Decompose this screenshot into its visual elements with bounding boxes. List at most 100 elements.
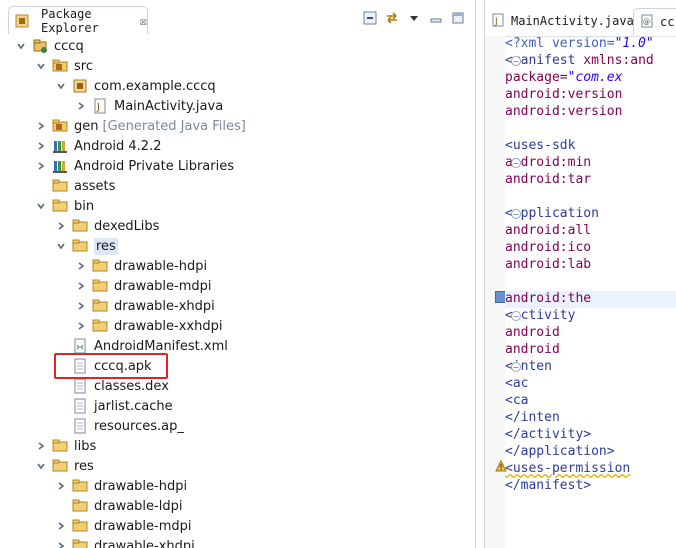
code-token: android:ico: [505, 240, 592, 255]
tree-item[interactable]: jarlist.cache: [0, 396, 475, 416]
code-line: android: [505, 342, 676, 359]
tree-item[interactable]: J MainActivity.java: [0, 96, 475, 116]
fold-toggle-icon[interactable]: −: [511, 311, 521, 321]
code-token: "com.ex: [567, 70, 623, 85]
tree-item-label: drawable-mdpi: [94, 518, 192, 534]
fold-toggle-icon[interactable]: −: [511, 158, 521, 168]
code-line: android:version: [505, 104, 676, 121]
tree-item[interactable]: gen [Generated Java Files]: [0, 116, 475, 136]
tree-item[interactable]: drawable-xhdpi: [0, 296, 475, 316]
chevron-right-icon[interactable]: [36, 141, 46, 151]
code-token: android:all: [505, 223, 592, 238]
chevron-right-icon[interactable]: [56, 481, 66, 491]
chevron-right-icon[interactable]: [56, 541, 66, 548]
code-line: <ca: [505, 393, 676, 410]
code-line: android:ico: [505, 240, 676, 257]
folder-icon: [72, 238, 88, 254]
tree-item[interactable]: drawable-hdpi: [0, 476, 475, 496]
chevron-right-icon[interactable]: [56, 521, 66, 531]
tree-item-label: classes.dex: [94, 378, 169, 394]
folder-icon: [92, 318, 108, 334]
view-menu-icon[interactable]: [406, 10, 422, 26]
tree-item[interactable]: drawable-ldpi: [0, 496, 475, 516]
tree-item[interactable]: Android Private Libraries: [0, 156, 475, 176]
code-line: android: [505, 325, 676, 342]
xml-file-icon: @: [640, 14, 654, 31]
tab-package-explorer[interactable]: Package Explorer ☒: [8, 6, 148, 35]
tree-item[interactable]: drawable-xhdpi: [0, 536, 475, 548]
tree-item[interactable]: resources.ap_: [0, 416, 475, 436]
chevron-right-icon[interactable]: [36, 121, 46, 131]
code-token: <uses-sdk: [505, 138, 576, 153]
tree-item[interactable]: com.example.cccq: [0, 76, 475, 96]
close-icon[interactable]: ☒: [140, 14, 147, 28]
tree-item[interactable]: res: [0, 456, 475, 476]
folder-icon: [72, 478, 88, 494]
tree-item[interactable]: bin: [0, 196, 475, 216]
file-icon: [72, 378, 88, 394]
tree-item-label: bin: [74, 198, 95, 214]
code-token: </activity>: [505, 427, 592, 442]
tree-item[interactable]: drawable-xxhdpi: [0, 316, 475, 336]
chevron-right-icon[interactable]: [76, 301, 86, 311]
code-line: <uses-sdk: [505, 138, 676, 155]
tree-item[interactable]: res: [0, 236, 475, 256]
fold-toggle-icon[interactable]: −: [511, 56, 521, 66]
tree-item-label: res: [94, 237, 118, 255]
code-token: <ac: [505, 376, 529, 391]
tree-item[interactable]: Android 4.2.2: [0, 136, 475, 156]
code-token: </manifest>: [505, 478, 592, 493]
tree-item[interactable]: classes.dex: [0, 376, 475, 396]
tree-item[interactable]: libs: [0, 436, 475, 456]
maximize-icon[interactable]: [450, 10, 466, 26]
chevron-right-icon[interactable]: [56, 221, 66, 231]
chevron-down-icon[interactable]: [36, 201, 46, 211]
editor-tabbar: J MainActivity.java @ cc: [485, 0, 676, 37]
code-area[interactable]: <?xml version="1.0" <manifest xmlns:and p…: [505, 36, 676, 548]
code-token: android:the: [505, 291, 592, 306]
chevron-right-icon[interactable]: [76, 101, 86, 111]
chevron-down-icon[interactable]: [36, 61, 46, 71]
code-token: <ca: [505, 393, 529, 408]
tree-item-label: drawable-hdpi: [114, 258, 208, 274]
code-line: android:all: [505, 223, 676, 240]
collapse-all-icon[interactable]: [362, 10, 378, 26]
chevron-right-icon[interactable]: [76, 261, 86, 271]
code-token: <uses-permission: [505, 461, 631, 476]
fold-toggle-icon[interactable]: −: [511, 209, 521, 219]
code-token: android:lab: [505, 257, 592, 272]
chevron-down-icon[interactable]: [56, 81, 66, 91]
minimize-icon[interactable]: [428, 10, 444, 26]
chevron-down-icon[interactable]: [16, 41, 26, 51]
java-file-icon: J: [491, 13, 505, 30]
tree-item[interactable]: drawable-mdpi: [0, 516, 475, 536]
code-token: <?xml version=: [505, 36, 615, 51]
tree-item[interactable]: assets: [0, 176, 475, 196]
tree-item[interactable]: dexedLibs: [0, 216, 475, 236]
tree-item-label: drawable-ldpi: [94, 498, 183, 514]
tab-androidmanifest[interactable]: @ cc: [633, 8, 676, 35]
tree-item-label: gen: [74, 118, 99, 134]
chevron-right-icon[interactable]: [36, 441, 46, 451]
chevron-right-icon[interactable]: [76, 281, 86, 291]
chevron-right-icon[interactable]: [76, 321, 86, 331]
folder-icon: [52, 178, 68, 194]
tree-item[interactable]: drawable-mdpi: [0, 276, 475, 296]
code-line: <ac: [505, 376, 676, 393]
chevron-right-icon[interactable]: [36, 161, 46, 171]
tree-item[interactable]: drawable-hdpi: [0, 256, 475, 276]
link-with-editor-icon[interactable]: [384, 10, 400, 26]
tab-mainactivity-java[interactable]: J MainActivity.java: [491, 8, 634, 34]
fold-toggle-icon[interactable]: −: [511, 362, 521, 372]
tree-item[interactable]: src: [0, 56, 475, 76]
code-line: android:version: [505, 87, 676, 104]
tree-item[interactable]: cccq: [0, 36, 475, 56]
folder-icon: [72, 498, 88, 514]
chevron-down-icon[interactable]: [36, 461, 46, 471]
code-line: <activity: [505, 308, 676, 325]
tree-item-label: drawable-xxhdpi: [114, 318, 223, 334]
package-explorer-icon: [15, 13, 29, 29]
chevron-down-icon[interactable]: [56, 241, 66, 251]
